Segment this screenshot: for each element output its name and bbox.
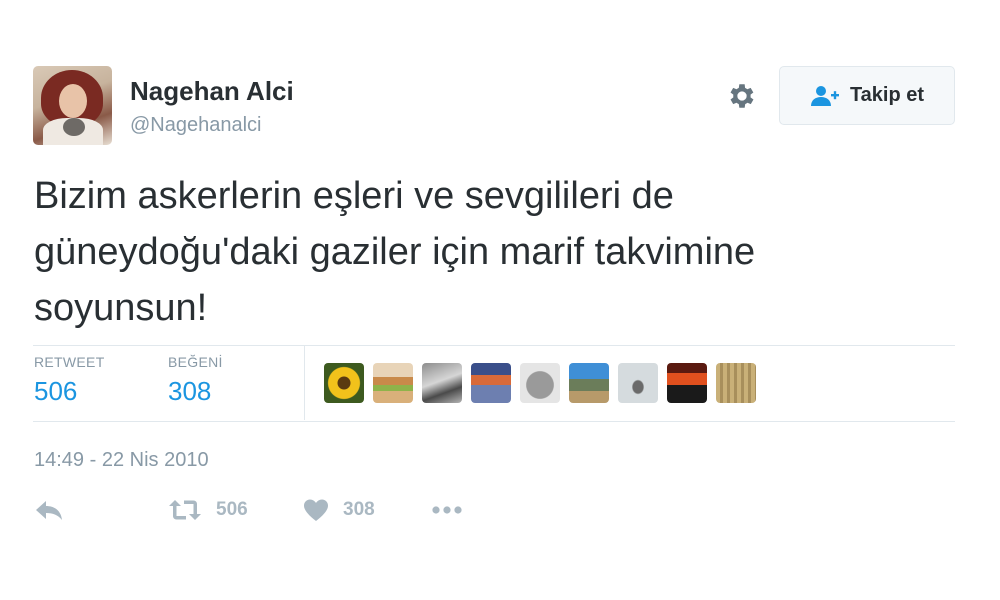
follow-button[interactable]: Takip et (779, 66, 955, 125)
retweet-stat-value: 506 (34, 376, 78, 406)
liker-avatar[interactable] (373, 363, 413, 403)
reply-icon (36, 501, 62, 520)
like-stat-label: BEĞENİ (168, 354, 223, 370)
retweet-stat[interactable]: RETWEET 506 (34, 354, 105, 407)
liker-avatar[interactable] (618, 363, 658, 403)
more-icon (432, 506, 462, 514)
liker-avatar[interactable] (520, 363, 560, 403)
retweet-button[interactable]: 506 (168, 498, 248, 522)
liker-avatar[interactable] (471, 363, 511, 403)
tweet-line: Bizim askerlerin eşleri ve sevgilileri d… (34, 175, 674, 217)
liker-avatars (324, 363, 756, 403)
more-button[interactable] (431, 498, 465, 522)
avatar-cat (63, 118, 85, 136)
reply-button[interactable] (34, 498, 64, 522)
divider (33, 345, 955, 346)
liker-avatar[interactable] (569, 363, 609, 403)
retweet-icon (169, 500, 201, 520)
liker-avatar[interactable] (716, 363, 756, 403)
user-display-name[interactable]: Nagehan Alci (130, 76, 294, 107)
like-stat-value: 308 (168, 376, 212, 406)
like-count: 308 (343, 499, 375, 520)
retweet-stat-label: RETWEET (34, 354, 105, 370)
heart-icon (304, 499, 328, 521)
user-avatar[interactable] (33, 66, 112, 145)
add-user-icon (810, 85, 839, 106)
tweet-line: soyunsun! (34, 287, 208, 329)
like-button[interactable]: 308 (303, 498, 375, 522)
gear-icon[interactable] (726, 80, 758, 112)
liker-avatar[interactable] (324, 363, 364, 403)
user-handle[interactable]: @Nagehanalci (130, 114, 262, 137)
divider (33, 421, 955, 422)
like-stat[interactable]: BEĞENİ 308 (168, 354, 223, 407)
tweet-line: güneydoğu'daki gaziler için marif takvim… (34, 231, 756, 273)
stats-separator (304, 346, 305, 420)
avatar-face (59, 84, 87, 118)
tweet-text: Bizim askerlerin eşleri ve sevgilileri d… (34, 168, 934, 336)
tweet-timestamp[interactable]: 14:49 - 22 Nis 2010 (34, 449, 209, 472)
liker-avatar[interactable] (667, 363, 707, 403)
liker-avatar[interactable] (422, 363, 462, 403)
retweet-count: 506 (216, 499, 248, 520)
follow-button-label: Takip et (849, 84, 925, 106)
